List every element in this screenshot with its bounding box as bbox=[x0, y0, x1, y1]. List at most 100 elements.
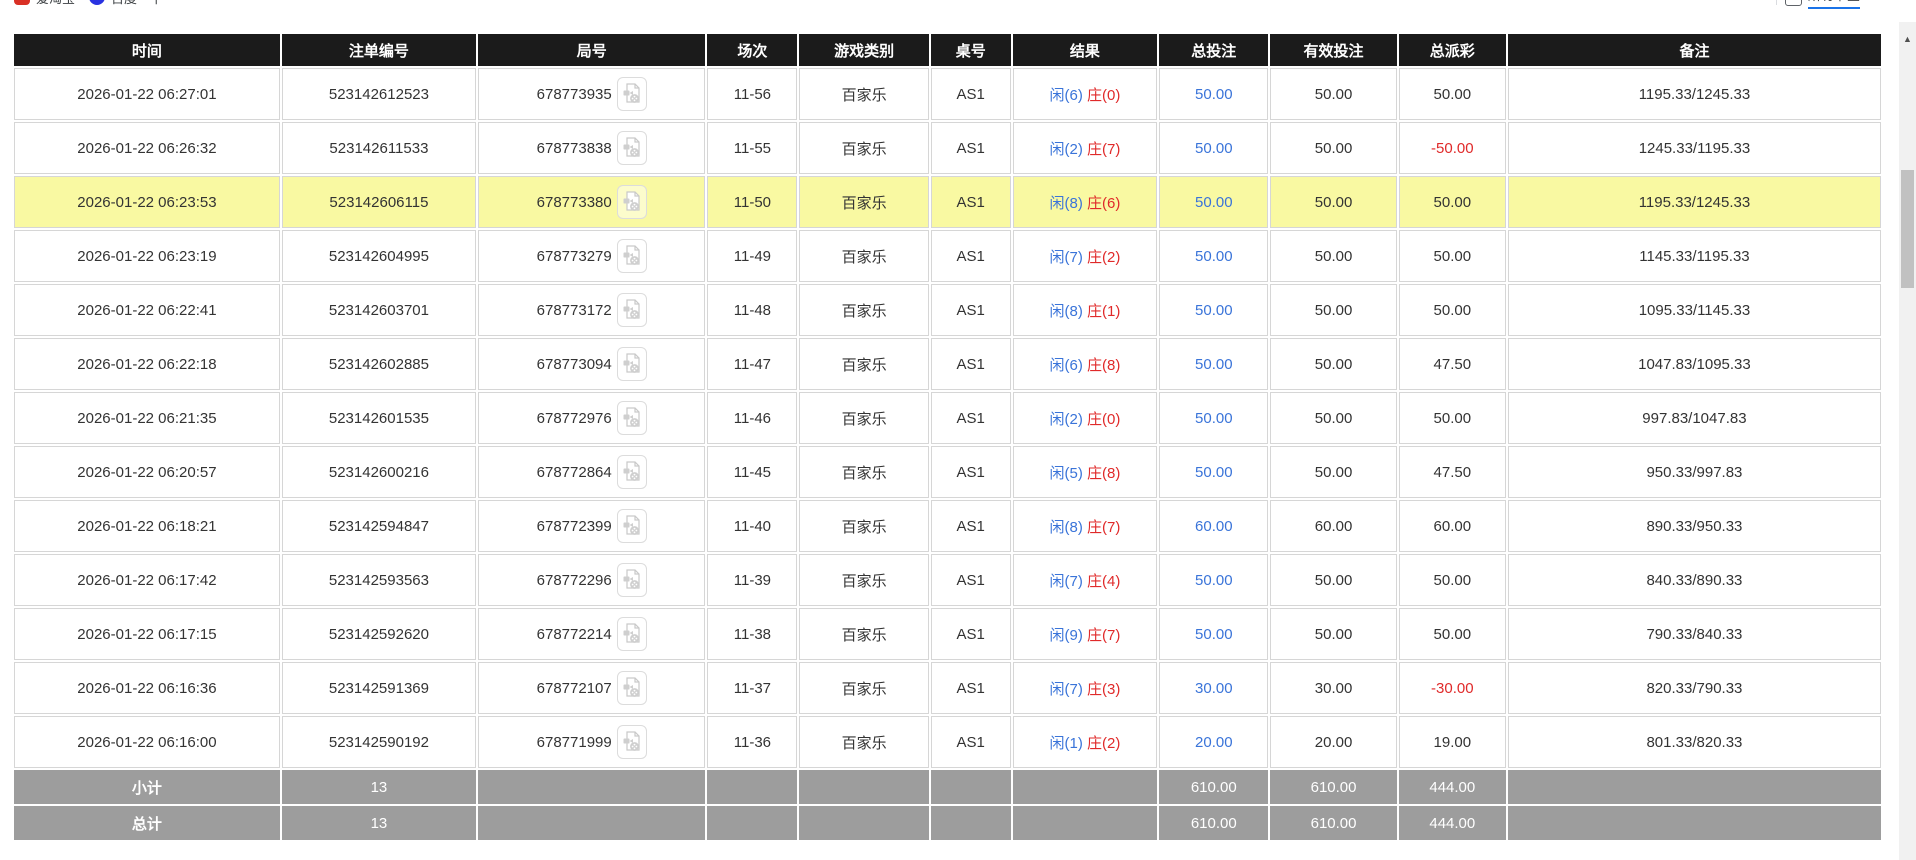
result-player: 闲(2) bbox=[1049, 410, 1083, 428]
subtotal-label: 小计 bbox=[14, 770, 280, 804]
cell-total-bet: 30.00 bbox=[1159, 662, 1269, 714]
total-bet-link[interactable]: 20.00 bbox=[1195, 734, 1233, 751]
scroll-up-arrow-icon[interactable]: ▲ bbox=[1899, 30, 1916, 47]
video-file-icon bbox=[623, 515, 640, 535]
result-banker: 庄(8) bbox=[1087, 464, 1121, 482]
table-row[interactable]: 2026-01-22 06:21:35 523142601535 6787729… bbox=[14, 392, 1881, 444]
cell-note: 1095.33/1145.33 bbox=[1507, 284, 1881, 336]
table-row[interactable]: 2026-01-22 06:20:57 523142600216 6787728… bbox=[14, 446, 1881, 498]
scrollbar-thumb[interactable] bbox=[1901, 170, 1914, 288]
video-replay-button[interactable] bbox=[616, 293, 647, 327]
table-body: 2026-01-22 06:27:01 523142612523 6787739… bbox=[14, 68, 1881, 768]
table-row[interactable]: 2026-01-22 06:23:19 523142604995 6787732… bbox=[14, 230, 1881, 282]
grand-total-total-bet: 610.00 bbox=[1159, 806, 1269, 840]
table-row[interactable]: 2026-01-22 06:23:53 523142606115 6787733… bbox=[14, 176, 1881, 228]
cell-round-no: 678772107 bbox=[477, 662, 706, 714]
cell-payout: -30.00 bbox=[1398, 662, 1506, 714]
video-replay-button[interactable] bbox=[616, 563, 647, 597]
bookmarks-separator bbox=[1775, 0, 1777, 5]
round-number: 678773172 bbox=[536, 301, 612, 319]
video-replay-button[interactable] bbox=[616, 455, 647, 489]
cell-result: 闲(7) 庄(3) bbox=[1012, 662, 1158, 714]
video-replay-button[interactable] bbox=[616, 239, 647, 273]
cell-table-no: AS1 bbox=[930, 122, 1011, 174]
grand-total-valid-bet: 610.00 bbox=[1270, 806, 1397, 840]
video-replay-button[interactable] bbox=[616, 509, 647, 543]
cell-time: 2026-01-22 06:17:15 bbox=[14, 608, 280, 660]
subtotal-row: 小计 13 610.00 610.00 444.00 bbox=[14, 770, 1881, 804]
video-replay-button[interactable] bbox=[616, 617, 647, 651]
cell-note: 950.33/997.83 bbox=[1507, 446, 1881, 498]
subtotal-payout: 444.00 bbox=[1398, 770, 1506, 804]
result-player: 闲(8) bbox=[1049, 194, 1083, 212]
vertical-scrollbar[interactable]: ▲ bbox=[1899, 22, 1916, 860]
cell-bet-id: 523142591369 bbox=[281, 662, 476, 714]
bookmark-item-1[interactable]: 101 爱淘宝 bbox=[14, 0, 75, 7]
total-bet-link[interactable]: 50.00 bbox=[1195, 194, 1233, 211]
table-row[interactable]: 2026-01-22 06:16:00 523142590192 6787719… bbox=[14, 716, 1881, 768]
video-replay-button[interactable] bbox=[616, 131, 647, 165]
total-bet-link[interactable]: 50.00 bbox=[1195, 302, 1233, 319]
total-bet-link[interactable]: 50.00 bbox=[1195, 140, 1233, 157]
total-bet-link[interactable]: 50.00 bbox=[1195, 626, 1233, 643]
table-row[interactable]: 2026-01-22 06:18:21 523142594847 6787723… bbox=[14, 500, 1881, 552]
video-replay-button[interactable] bbox=[616, 725, 647, 759]
table-row[interactable]: 2026-01-22 06:16:36 523142591369 6787721… bbox=[14, 662, 1881, 714]
result-player: 闲(7) bbox=[1049, 248, 1083, 266]
cell-valid-bet: 50.00 bbox=[1270, 446, 1397, 498]
col-header-bet-id: 注单编号 bbox=[281, 34, 476, 66]
table-row[interactable]: 2026-01-22 06:26:32 523142611533 6787738… bbox=[14, 122, 1881, 174]
video-replay-button[interactable] bbox=[616, 185, 647, 219]
all-bookmarks-button[interactable]: 所有书签 bbox=[1784, 0, 1860, 9]
grand-total-payout: 444.00 bbox=[1398, 806, 1506, 840]
cell-bet-id: 523142602885 bbox=[281, 338, 476, 390]
cell-session: 11-49 bbox=[707, 230, 798, 282]
result-banker: 庄(8) bbox=[1087, 356, 1121, 374]
result-player: 闲(7) bbox=[1049, 680, 1083, 698]
result-player: 闲(9) bbox=[1049, 626, 1083, 644]
table-row[interactable]: 2026-01-22 06:27:01 523142612523 6787739… bbox=[14, 68, 1881, 120]
total-bet-link[interactable]: 30.00 bbox=[1195, 680, 1233, 697]
table-row[interactable]: 2026-01-22 06:22:18 523142602885 6787730… bbox=[14, 338, 1881, 390]
table-row[interactable]: 2026-01-22 06:17:42 523142593563 6787722… bbox=[14, 554, 1881, 606]
table-row[interactable]: 2026-01-22 06:22:41 523142603701 6787731… bbox=[14, 284, 1881, 336]
total-bet-link[interactable]: 50.00 bbox=[1195, 356, 1233, 373]
subtotal-count: 13 bbox=[281, 770, 476, 804]
total-bet-link[interactable]: 50.00 bbox=[1195, 86, 1233, 103]
cell-total-bet: 50.00 bbox=[1159, 338, 1269, 390]
video-replay-button[interactable] bbox=[616, 77, 647, 111]
round-number: 678773380 bbox=[536, 193, 612, 211]
cell-valid-bet: 60.00 bbox=[1270, 500, 1397, 552]
cell-valid-bet: 50.00 bbox=[1270, 554, 1397, 606]
cell-table-no: AS1 bbox=[930, 662, 1011, 714]
cell-note: 890.33/950.33 bbox=[1507, 500, 1881, 552]
video-replay-button[interactable] bbox=[616, 347, 647, 381]
total-bet-link[interactable]: 50.00 bbox=[1195, 248, 1233, 265]
total-bet-link[interactable]: 50.00 bbox=[1195, 572, 1233, 589]
total-bet-link[interactable]: 50.00 bbox=[1195, 464, 1233, 481]
bookmark-item-2[interactable]: du 百度一下 bbox=[89, 0, 163, 7]
round-number: 678772976 bbox=[536, 409, 612, 427]
cell-result: 闲(2) 庄(0) bbox=[1012, 392, 1158, 444]
result-banker: 庄(0) bbox=[1087, 86, 1121, 104]
total-bet-link[interactable]: 50.00 bbox=[1195, 410, 1233, 427]
col-header-payout: 总派彩 bbox=[1398, 34, 1506, 66]
cell-payout: 47.50 bbox=[1398, 338, 1506, 390]
cell-total-bet: 50.00 bbox=[1159, 446, 1269, 498]
video-replay-button[interactable] bbox=[616, 671, 647, 705]
col-header-result: 结果 bbox=[1012, 34, 1158, 66]
cell-result: 闲(6) 庄(0) bbox=[1012, 68, 1158, 120]
subtotal-total-bet: 610.00 bbox=[1159, 770, 1269, 804]
table-row[interactable]: 2026-01-22 06:17:15 523142592620 6787722… bbox=[14, 608, 1881, 660]
cell-time: 2026-01-22 06:22:41 bbox=[14, 284, 280, 336]
result-banker: 庄(3) bbox=[1087, 680, 1121, 698]
cell-session: 11-39 bbox=[707, 554, 798, 606]
video-replay-button[interactable] bbox=[616, 401, 647, 435]
all-bookmarks-label: 所有书签 bbox=[1807, 0, 1860, 9]
cell-session: 11-56 bbox=[707, 68, 798, 120]
bookmarks-bar: 101 爱淘宝 du 百度一下 所有书签 bbox=[0, 0, 1916, 11]
cell-game: 百家乐 bbox=[799, 68, 929, 120]
cell-result: 闲(6) 庄(8) bbox=[1012, 338, 1158, 390]
total-bet-link[interactable]: 60.00 bbox=[1195, 518, 1233, 535]
cell-payout: 50.00 bbox=[1398, 230, 1506, 282]
